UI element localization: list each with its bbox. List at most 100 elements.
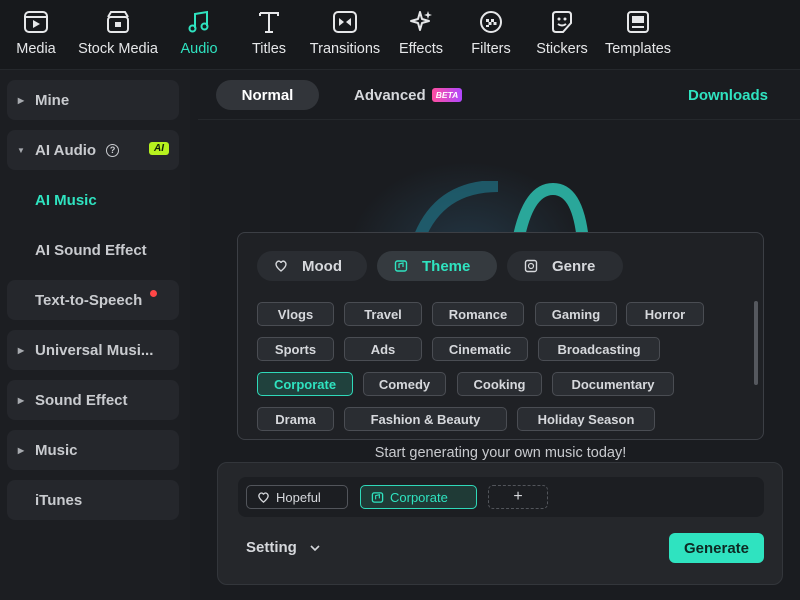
popover-scrollbar[interactable] [754,301,758,385]
theme-chip-sports[interactable]: Sports [257,337,334,361]
hint-text: Start generating your own music today! [374,445,627,461]
category-mood[interactable]: Mood [257,251,367,281]
toolbar-transitions-label: Transitions [309,41,381,57]
main-header: Normal Advanced BETA Downloads [198,70,800,120]
sidebar-item-label: Sound Effect [35,391,128,409]
downloads-link[interactable]: Downloads [688,80,768,110]
theme-chip-cinematic[interactable]: Cinematic [432,337,528,361]
sidebar-item-sound-effect[interactable]: ▶ Sound Effect [7,380,179,420]
category-genre[interactable]: Genre [507,251,623,281]
toolbar-filters-label: Filters [471,41,511,57]
toolbar-transitions[interactable]: Transitions [304,0,386,70]
genre-icon [524,259,538,273]
tag-label: Corporate [390,489,448,505]
toolbar-effects-label: Effects [398,41,444,57]
toolbar-audio[interactable]: Audio [164,0,234,70]
sidebar-item-ai-music[interactable]: AI Music [7,180,179,220]
tag-hopeful[interactable]: Hopeful [246,485,348,509]
theme-chip-broadcasting[interactable]: Broadcasting [538,337,660,361]
sidebar: ▶ Mine ▼ AI Audio ? AI AI Music AI Sound… [0,70,190,600]
toolbar-stickers-label: Stickers [536,41,588,57]
toolbar-stock-media-label: Stock Media [78,41,158,57]
theme-chip-romance[interactable]: Romance [432,302,524,326]
media-icon [24,11,48,33]
top-toolbar: Media Stock Media Audio Titles Transitio… [0,0,800,70]
theme-chip-fashion-beauty[interactable]: Fashion & Beauty [344,407,507,431]
theme-chip-gaming[interactable]: Gaming [535,302,617,326]
theme-chip-horror[interactable]: Horror [626,302,704,326]
generate-button[interactable]: Generate [669,533,764,563]
toolbar-stickers[interactable]: Stickers [526,0,598,70]
sidebar-item-text-to-speech[interactable]: Text-to-Speech [7,280,179,320]
music-note-icon [188,10,209,33]
add-tag-button[interactable]: + [488,485,548,509]
sidebar-item-music[interactable]: ▶ Music [7,430,179,470]
mood-icon [275,260,287,272]
toolbar-effects[interactable]: Effects [386,0,456,70]
ai-badge: AI [149,142,169,155]
setting-dropdown[interactable]: Setting [246,539,321,556]
prompt-panel: Hopeful Corporate + Setting Generate [217,462,783,585]
sticker-icon [552,11,572,33]
toolbar-media[interactable]: Media [0,0,72,70]
mood-icon [258,491,269,503]
toolbar-templates-label: Templates [604,41,672,57]
sparkle-icon [410,11,432,31]
filter-icon [480,11,502,33]
help-icon[interactable]: ? [106,143,120,157]
theme-chip-drama[interactable]: Drama [257,407,334,431]
sidebar-item-label: Universal Musi... [35,341,154,359]
sidebar-item-label: iTunes [35,491,83,509]
theme-icon [394,260,408,272]
theme-chip-documentary[interactable]: Documentary [552,372,674,396]
template-icon [627,11,649,33]
sidebar-item-universal-music[interactable]: ▶ Universal Musi... [7,330,179,370]
theme-chip-holiday-season[interactable]: Holiday Season [517,407,655,431]
theme-icon [371,491,384,503]
theme-chip-vlogs[interactable]: Vlogs [257,302,334,326]
sidebar-item-label: AI Audio [35,141,97,159]
beta-badge: BETA [431,88,463,102]
sidebar-item-label: Text-to-Speech [35,291,143,309]
sidebar-item-mine[interactable]: ▶ Mine [7,80,179,120]
theme-chip-corporate[interactable]: Corporate [257,372,353,396]
caret-right-icon: ▶ [17,345,25,355]
stock-media-icon [107,11,129,33]
caret-down-icon: ▼ [17,145,25,155]
theme-picker-popover: Mood Theme Genre Vlogs Travel Romance Ga… [237,232,764,440]
theme-chip-ads[interactable]: Ads [344,337,422,361]
toolbar-stock-media[interactable]: Stock Media [72,0,164,70]
selected-tags-bar: Hopeful Corporate + [238,477,764,517]
caret-right-icon: ▶ [17,95,25,105]
tab-advanced[interactable]: Advanced BETA [354,80,463,110]
category-theme[interactable]: Theme [377,251,497,281]
theme-chip-cooking[interactable]: Cooking [457,372,542,396]
toolbar-templates[interactable]: Templates [598,0,678,70]
sidebar-item-label: Mine [35,91,70,109]
toolbar-titles[interactable]: Titles [234,0,304,70]
tag-corporate[interactable]: Corporate [360,485,477,509]
theme-chip-comedy[interactable]: Comedy [363,372,446,396]
text-t-icon [259,12,279,33]
notification-dot [150,290,157,297]
toolbar-media-label: Media [16,41,56,57]
sidebar-item-itunes[interactable]: iTunes [7,480,179,520]
toolbar-audio-label: Audio [180,41,218,57]
transition-icon [333,11,357,33]
toolbar-filters[interactable]: Filters [456,0,526,70]
setting-label: Setting [246,539,297,556]
sidebar-item-ai-sound-effect[interactable]: AI Sound Effect [7,230,179,270]
caret-right-icon: ▶ [17,445,25,455]
category-label: Genre [552,257,596,275]
tab-normal[interactable]: Normal [216,80,319,110]
sidebar-item-label: Music [35,441,78,459]
chevron-down-icon [310,544,320,551]
theme-chip-travel[interactable]: Travel [344,302,422,326]
sidebar-item-label: AI Music [35,191,97,209]
sidebar-item-ai-audio[interactable]: ▼ AI Audio ? AI [7,130,179,170]
tag-label: Hopeful [276,489,321,505]
tab-advanced-label: Advanced [354,86,426,104]
toolbar-titles-label: Titles [251,41,287,57]
category-label: Mood [302,257,342,275]
sidebar-item-label: AI Sound Effect [35,241,147,259]
